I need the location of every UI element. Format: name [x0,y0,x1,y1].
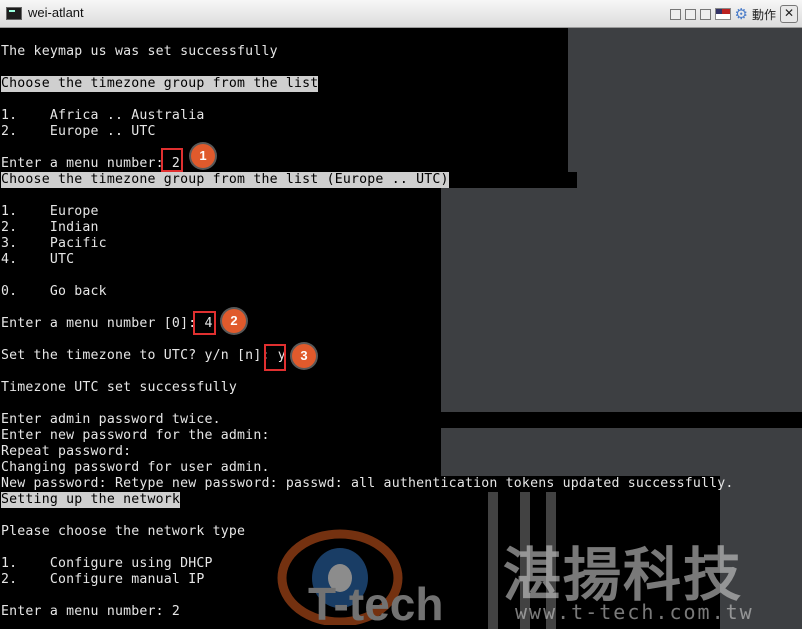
actions-menu[interactable]: 動作 [752,6,776,23]
title-bar: wei-atlant ⚙ 動作 ✕ [0,0,802,28]
console-line: 2. Indian [1,220,99,235]
step-badge-3: 3 [292,344,316,368]
logo-text: T-tech [308,578,443,625]
minimize-button[interactable] [669,8,681,20]
console-line: Enter new password for the admin: [1,428,270,443]
input-highlight-2 [193,311,216,335]
console-line: 1. Africa .. Australia [1,108,205,123]
console-line: Set the timezone to UTC? y/n [n]: y [1,348,286,363]
window-title: wei-atlant [28,5,84,20]
console-heading: Choose the timezone group from the list [1,76,319,92]
console-line: Repeat password: [1,444,132,459]
console-line: 1. Europe [1,204,99,219]
console-line: Enter a menu number: 2 [1,604,181,619]
console-line: 3. Pacific [1,236,107,251]
console-line: The keymap us was set successfully [1,44,278,59]
console-line: Enter a menu number [0]: 4 [1,316,213,331]
step-badge-2: 2 [222,309,246,333]
terminal-icon [6,7,22,20]
console-heading: Choose the timezone group from the list … [1,172,449,188]
console-line: Timezone UTC set successfully [1,380,238,395]
console-line: Enter admin password twice. [1,412,221,427]
close-button[interactable]: ✕ [780,5,798,23]
console-window: wei-atlant ⚙ 動作 ✕ The keymap us was set … [0,0,802,629]
console-line: Changing password for user admin. [1,460,270,475]
console-heading: Setting up the network [1,492,181,508]
console-line: New password: Retype new password: passw… [1,476,734,491]
console-line: 1. Configure using DHCP [1,556,213,571]
console-line: 4. UTC [1,252,75,267]
title-bar-controls: ⚙ 動作 ✕ [669,5,798,23]
console-line: 0. Go back [1,284,107,299]
input-highlight-1 [161,148,183,172]
console-line: Enter a menu number: 2 [1,156,181,171]
restore-button[interactable] [684,8,696,20]
gear-icon[interactable]: ⚙ [735,5,748,23]
input-highlight-3 [264,344,286,371]
console-line: 2. Configure manual IP [1,572,205,587]
keyboard-language-flag-icon[interactable] [714,8,731,20]
console-line: Please choose the network type [1,524,246,539]
t-tech-logo: T-tech [277,529,443,625]
step-badge-1: 1 [191,144,215,168]
console-line: 2. Europe .. UTC [1,124,156,139]
fullscreen-button[interactable] [699,8,711,20]
company-url-watermark: www.t-tech.com.tw [515,600,754,624]
